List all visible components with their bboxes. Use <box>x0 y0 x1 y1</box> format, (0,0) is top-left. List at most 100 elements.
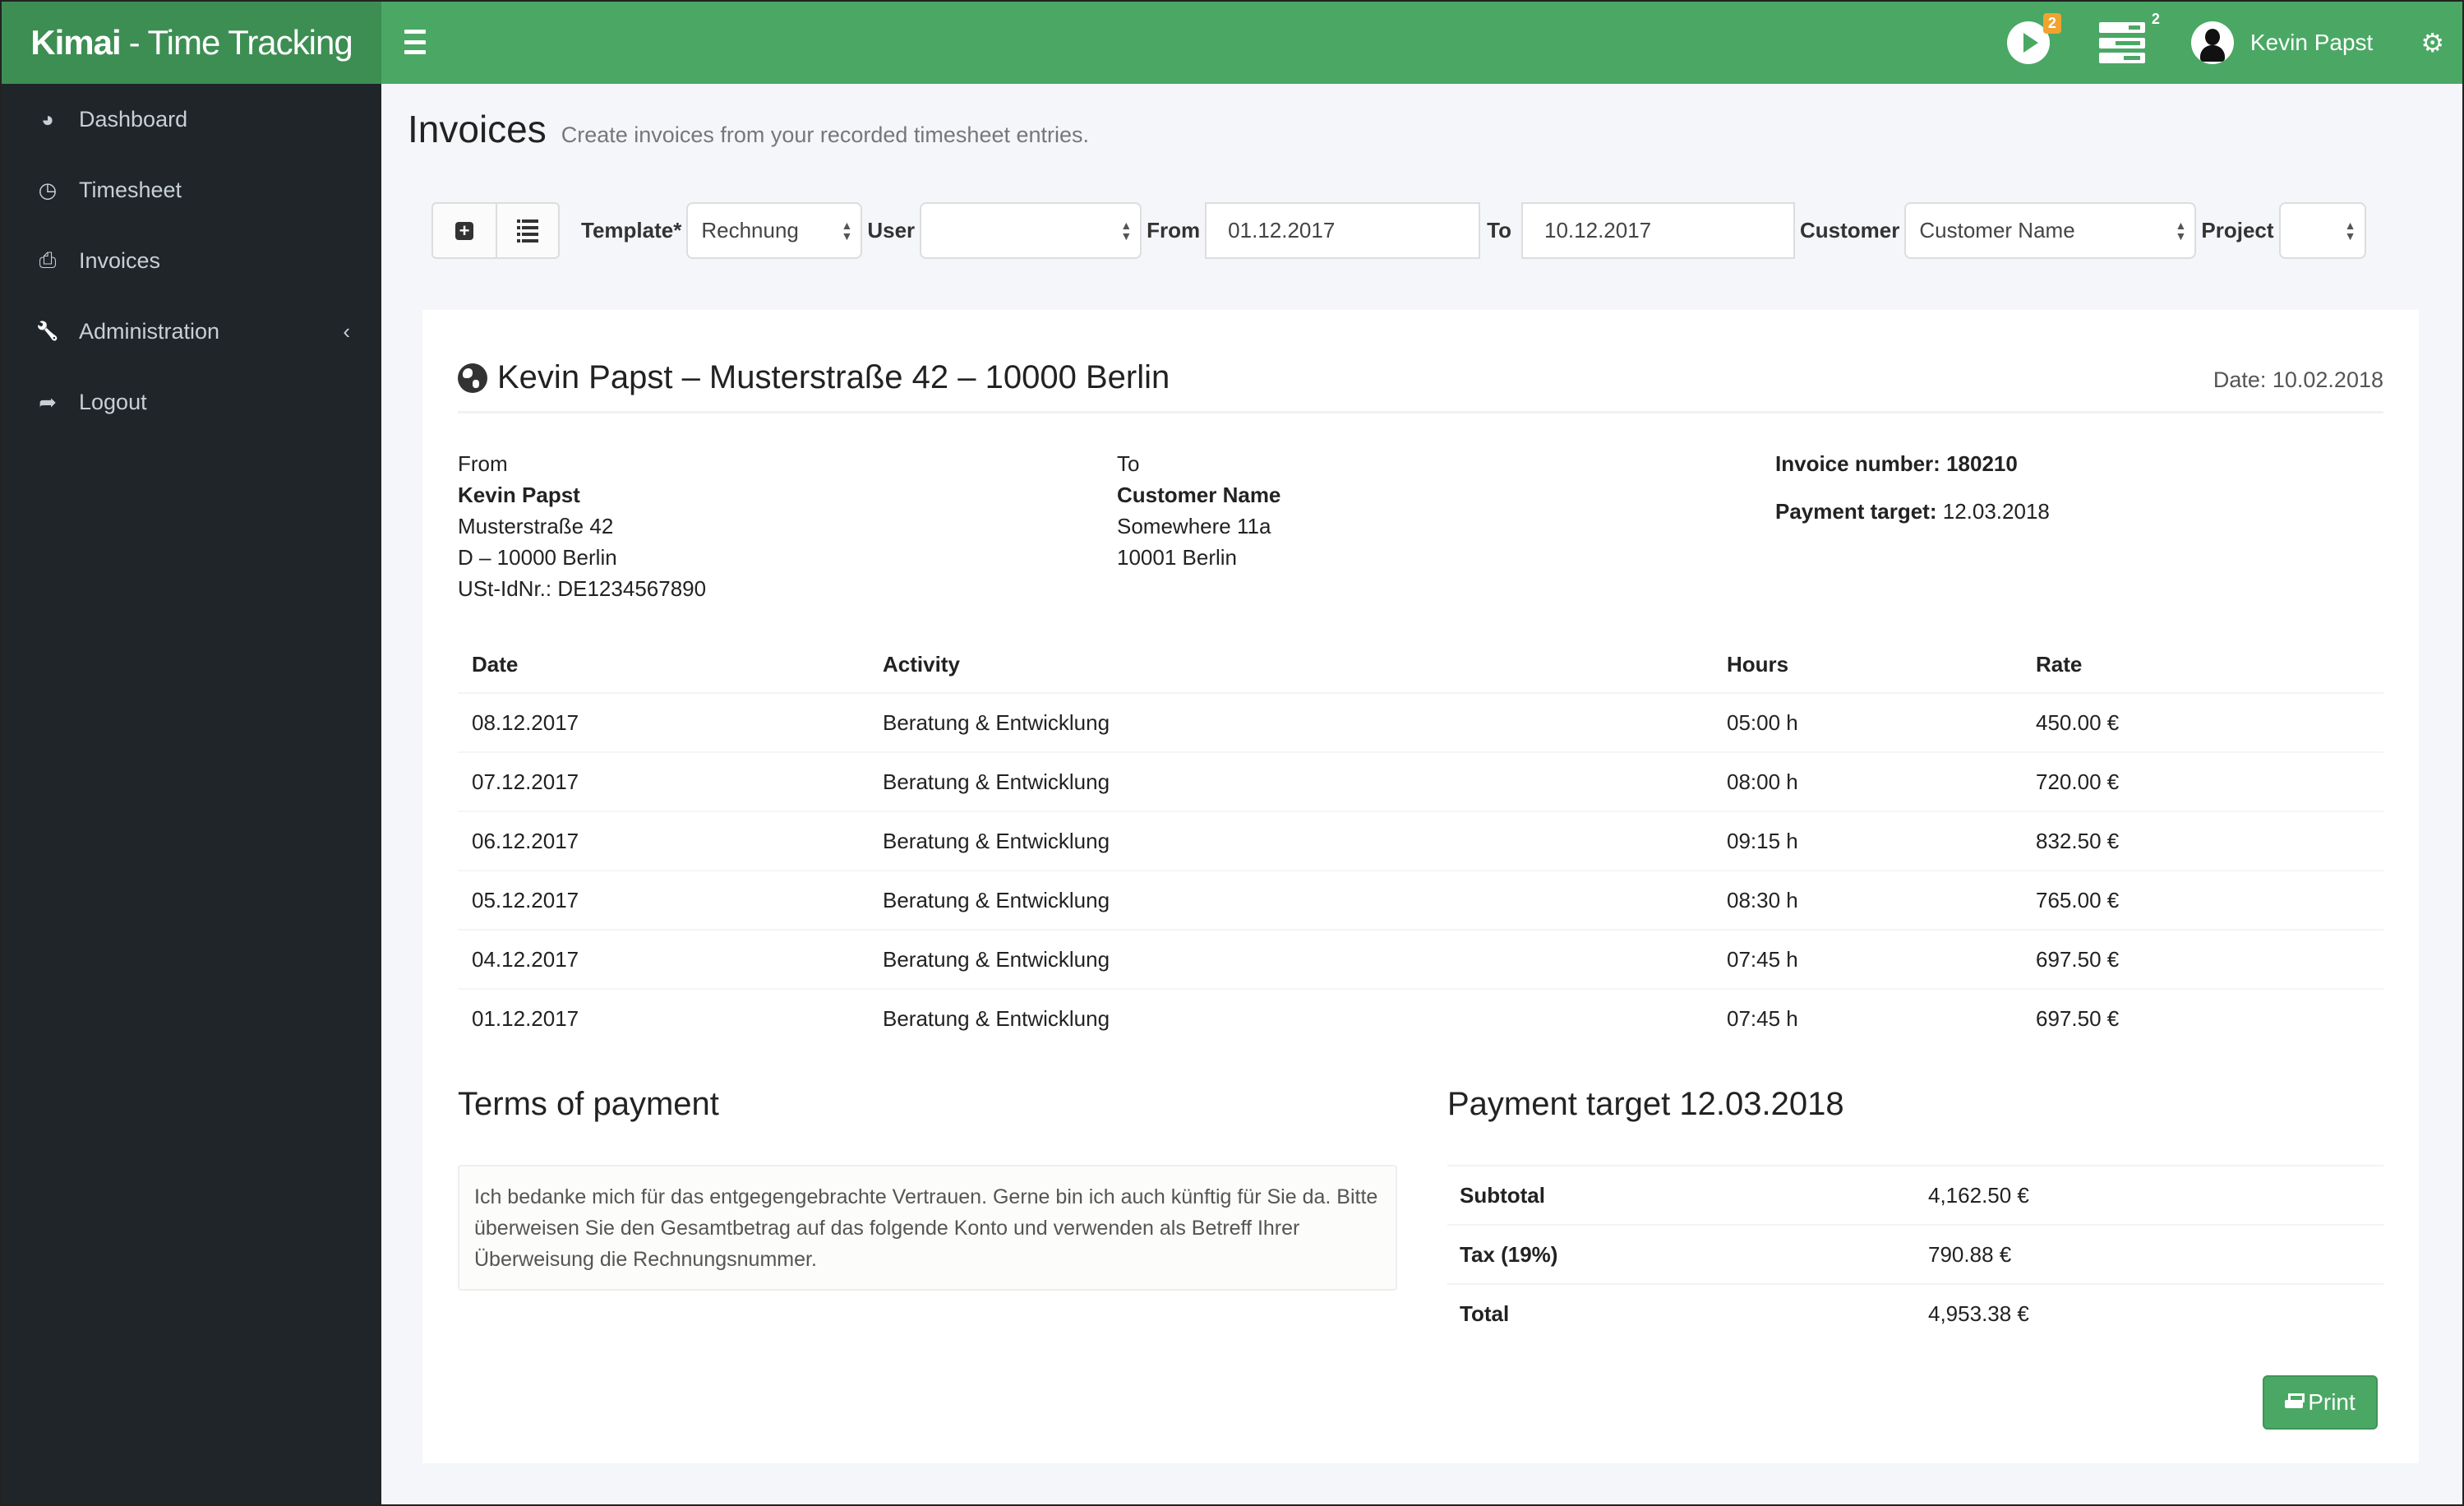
table-row: 04.12.2017 Beratung & Entwicklung 07:45 … <box>458 930 2383 990</box>
page-title: Invoices <box>408 108 547 150</box>
sidebar-item-label: Timesheet <box>79 177 182 202</box>
subtotal-label: Subtotal <box>1447 1165 1928 1225</box>
to-label: To <box>1117 451 1140 476</box>
sidebar-item-label: Dashboard <box>79 106 188 132</box>
tasks-badge: 2 <box>2151 11 2160 27</box>
sender-street: Musterstraße 42 <box>458 514 614 538</box>
cell-activity: Beratung & Entwicklung <box>883 930 1727 990</box>
from-label: From <box>458 451 508 476</box>
table-row: 06.12.2017 Beratung & Entwicklung 09:15 … <box>458 811 2383 871</box>
invoice-filter-toolbar: + Template* Rechnung ▲ ▼ User ▲ ▼ From 01.… <box>431 202 2366 259</box>
sender-address: From Kevin Papst Musterstraße 42 D – 100… <box>458 448 706 604</box>
payment-target-heading: Payment target 12.03.2018 <box>1447 1086 1844 1122</box>
cell-hours: 09:15 h <box>1727 811 2036 871</box>
wrench-icon: 🔧 <box>36 321 59 341</box>
select-arrows-icon: ▲ ▼ <box>1120 219 1133 243</box>
cell-activity: Beratung & Entwicklung <box>883 1006 1110 1031</box>
print-button[interactable]: Print <box>2263 1375 2378 1430</box>
table-row: 05.12.2017 Beratung & Entwicklung 08:30 … <box>458 871 2383 931</box>
active-timers-button[interactable]: 2 <box>2006 13 2061 64</box>
list-button[interactable] <box>496 204 558 257</box>
customer-value: Customer Name <box>1919 218 2075 243</box>
sidebar-item-administration[interactable]: 🔧 Administration ‹ <box>2 298 381 364</box>
subtotal-value: 4,162.50 € <box>1928 1165 2383 1225</box>
page-header: Invoices Create invoices from your recor… <box>408 107 1089 151</box>
sidebar-item-logout[interactable]: ➦ Logout <box>2 369 381 435</box>
terms-text: Ich bedanke mich für das entgegengebrach… <box>458 1165 1397 1291</box>
totals-row-tax: Tax (19%) 790.88 € <box>1447 1224 2383 1284</box>
column-header-activity: Activity <box>883 649 1727 694</box>
chevron-left-icon[interactable]: ‹ <box>343 319 350 344</box>
cell-activity: Beratung & Entwicklung <box>883 752 1727 812</box>
to-date-value: 10.12.2017 <box>1544 218 1652 243</box>
sidebar: ◕ Dashboard ◷ Timesheet ⎙ Invoices 🔧 Adm… <box>2 84 381 1504</box>
cell-rate: 765.00 € <box>2036 871 2383 931</box>
user-menu[interactable]: Kevin Papst <box>2190 21 2373 64</box>
terms-heading: Terms of payment <box>458 1086 719 1122</box>
invoice-header: Kevin Papst – Musterstraße 42 – 10000 Be… <box>458 359 2383 413</box>
sign-out-icon: ➦ <box>39 389 57 414</box>
cell-date: 04.12.2017 <box>458 930 883 990</box>
select-arrows-icon: ▲ ▼ <box>841 219 853 243</box>
cell-hours: 07:45 h <box>1727 930 2036 990</box>
cell-activity: Beratung & Entwicklung <box>883 811 1727 871</box>
column-header-date: Date <box>458 649 883 694</box>
cell-activity: Beratung & Entwicklung <box>883 871 1727 931</box>
cell-date: 08.12.2017 <box>458 693 883 753</box>
view-button-group: + <box>431 202 560 259</box>
tasks-button[interactable]: 2 <box>2098 11 2160 63</box>
hamburger-icon[interactable] <box>404 30 426 54</box>
globe-icon <box>458 363 487 393</box>
project-label: Project <box>2201 218 2274 243</box>
totals-row-subtotal: Subtotal 4,162.50 € <box>1447 1165 2383 1225</box>
invoice-number: Invoice number: 180210 <box>1775 451 2018 476</box>
table-row: 08.12.2017 Beratung & Entwicklung 05:00 … <box>458 693 2383 753</box>
customer-label: Customer <box>1800 218 1900 243</box>
recipient-address: To Customer Name Somewhere 11a 10001 Ber… <box>1117 448 1280 573</box>
sender-vat: USt-IdNr.: DE1234567890 <box>458 576 707 601</box>
cell-hours: 08:30 h <box>1727 871 2036 931</box>
to-date-input[interactable]: 10.12.2017 <box>1521 202 1796 259</box>
cell-hours: 05:00 h <box>1727 693 2036 753</box>
create-button[interactable]: + <box>433 204 496 257</box>
sidebar-item-invoices[interactable]: ⎙ Invoices <box>2 228 381 293</box>
app-logo[interactable]: Kimai - Time Tracking <box>2 2 381 84</box>
user-avatar-icon <box>2190 21 2234 64</box>
table-row: 07.12.2017 Beratung & Entwicklung 08:00 … <box>458 752 2383 812</box>
cell-rate: 720.00 € <box>2036 752 2383 812</box>
cell-rate: 697.50 € <box>2036 930 2383 990</box>
top-navbar: 2 2 Kevin Papst ⚙ <box>381 2 2462 84</box>
column-header-hours: Hours <box>1727 649 2036 694</box>
total-value: 4,953.38 € <box>1928 1283 2383 1343</box>
brand-rest: - Time Tracking <box>128 23 353 62</box>
sidebar-item-timesheet[interactable]: ◷ Timesheet <box>2 157 381 223</box>
sidebar-item-label: Logout <box>79 389 147 414</box>
gears-icon[interactable]: ⚙ <box>2420 27 2444 58</box>
column-header-rate: Rate <box>2036 649 2383 694</box>
navbar-right: 2 2 Kevin Papst ⚙ <box>2006 2 2462 84</box>
tasks-icon <box>2098 22 2145 63</box>
cell-hours: 08:00 h <box>1727 752 2036 812</box>
total-label: Total <box>1447 1283 1928 1343</box>
tax-label: Tax (19%) <box>1447 1224 1928 1284</box>
from-date-input[interactable]: 01.12.2017 <box>1205 202 1481 259</box>
cell-date: 01.12.2017 <box>472 1006 579 1031</box>
table-row: 01.12.2017 Beratung & Entwicklung 07:45 … <box>458 989 2383 1048</box>
printer-icon: ⎙ <box>39 247 57 272</box>
sender-name: Kevin Papst <box>458 483 580 507</box>
customer-select[interactable]: Customer Name ▲ ▼ <box>1904 202 2197 259</box>
cell-date: 06.12.2017 <box>458 811 883 871</box>
sidebar-item-dashboard[interactable]: ◕ Dashboard <box>2 86 381 152</box>
project-select[interactable]: ▲ ▼ <box>2278 202 2366 259</box>
user-select[interactable]: ▲ ▼ <box>920 202 1142 259</box>
template-value: Rechnung <box>701 218 799 243</box>
from-label: From <box>1147 218 1201 243</box>
dashboard-icon: ◕ <box>41 106 54 132</box>
template-label: Template* <box>581 218 682 243</box>
active-timers-badge: 2 <box>2042 13 2061 34</box>
template-select[interactable]: Rechnung ▲ ▼ <box>686 202 863 259</box>
totals-table: Subtotal 4,162.50 € Tax (19%) 790.88 € T… <box>1447 1165 2383 1343</box>
cell-rate: 697.50 € <box>2036 1006 2120 1031</box>
list-icon <box>517 219 538 243</box>
invoice-preview-card: Kevin Papst – Musterstraße 42 – 10000 Be… <box>422 310 2419 1463</box>
